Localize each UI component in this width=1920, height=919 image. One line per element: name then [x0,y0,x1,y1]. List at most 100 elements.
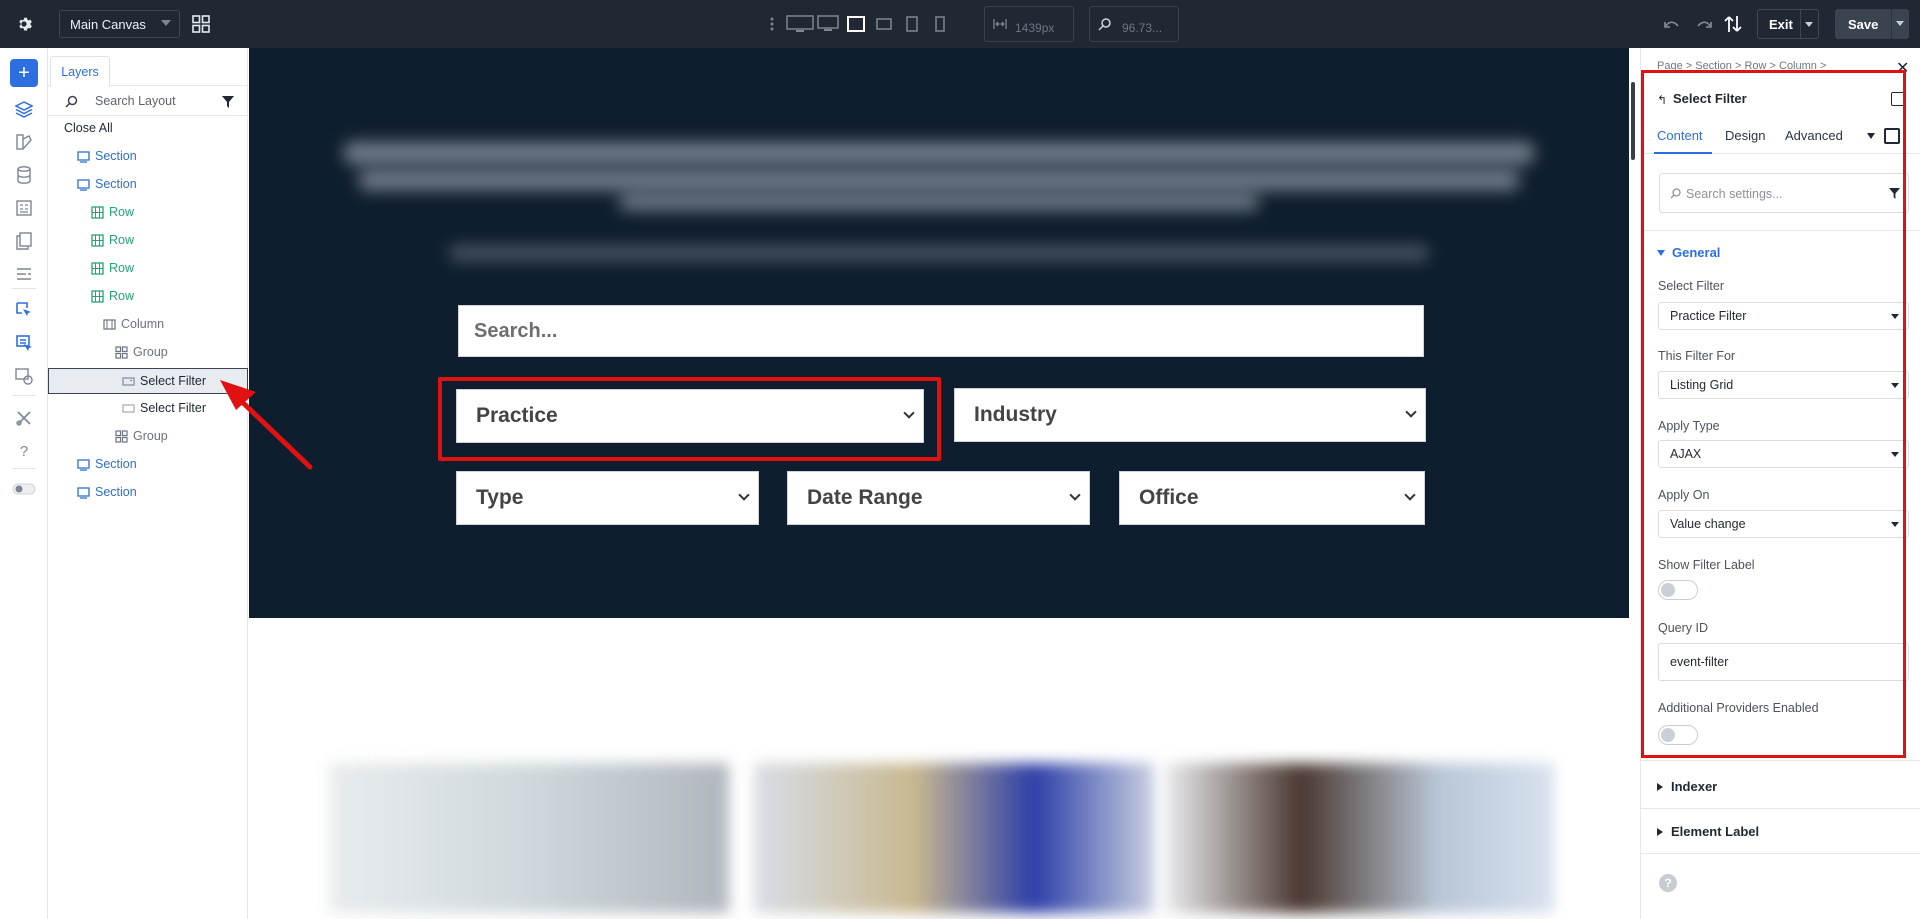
redo-icon[interactable] [1694,14,1714,34]
grid-layout-icon[interactable] [191,14,211,34]
date-range-select-label: Date Range [807,486,923,509]
blurred-heading [619,194,1259,210]
device-switcher [758,12,954,36]
tree-item-label: Section [95,457,137,471]
help-question-icon[interactable]: ? [12,439,36,463]
canvas-preview: Search... Practice Industry Type Date Ra… [249,48,1629,919]
sort-arrows-icon[interactable] [1723,13,1743,35]
indexer-toggle[interactable]: Indexer [1657,779,1717,794]
layer-search-bar[interactable]: Search Layout [48,86,248,116]
gear-icon[interactable] [12,12,36,36]
more-vertical-icon[interactable] [758,12,786,36]
section-icon [77,178,90,191]
tree-item-label: Select Filter [140,374,206,388]
dynamic-data-icon[interactable] [12,298,36,322]
element-label-toggle[interactable]: Element Label [1657,824,1759,839]
canvas-scrollbar[interactable] [1631,82,1635,160]
save-button[interactable]: Save [1835,9,1909,39]
tablet-landscape-icon[interactable] [870,12,898,36]
canvas-width-value: 1439px [1015,21,1055,35]
tree-item-select-filter[interactable]: Select Filter [48,396,248,420]
filter-icon[interactable] [222,96,234,108]
form-icon[interactable] [12,196,36,220]
indexer-label: Indexer [1671,779,1718,794]
exit-dropdown[interactable] [1800,10,1818,38]
tree-item-section[interactable]: Section [48,144,248,168]
tools-icon[interactable] [12,406,36,430]
desktop-icon[interactable] [814,12,842,36]
row-icon [91,233,104,247]
select-filter-icon [122,403,135,413]
tree-item-row[interactable]: Row [48,256,248,280]
chevron-down-icon [1404,489,1416,501]
close-all-button[interactable]: Close All [48,116,248,140]
group-icon [115,345,128,359]
widescreen-desktop-icon[interactable] [786,12,814,36]
tree-item-section[interactable]: Section [48,452,248,476]
tree-item-select-filter-selected[interactable]: Select Filter [48,368,248,394]
office-select[interactable]: Office [1119,471,1425,525]
database-icon[interactable] [12,163,36,187]
canvas-selector-label: Main Canvas [70,16,146,32]
tablet-portrait-icon[interactable] [898,12,926,36]
layers-icon[interactable] [12,97,36,121]
row-icon [91,289,104,303]
type-select[interactable]: Type [456,471,759,525]
brush-icon[interactable] [12,130,36,154]
divider [1641,808,1920,809]
tree-item-label: Group [133,345,168,359]
tree-item-label: Column [121,317,165,331]
tree-item-group[interactable]: Group [48,424,248,448]
canvas-width-field[interactable]: 1439px [984,6,1074,42]
mobile-icon[interactable] [926,12,954,36]
template-list-icon[interactable] [12,262,36,286]
tab-layers[interactable]: Layers [50,56,110,86]
theme-toggle-icon[interactable] [12,477,36,501]
rail-divider [12,288,36,289]
caret-right-icon [1657,782,1663,791]
tree-item-group[interactable]: Group [48,340,248,364]
tree-item-label: Section [95,485,137,499]
laptop-icon[interactable] [842,12,870,36]
rail-divider [12,468,36,469]
element-label-label: Element Label [1671,824,1760,839]
canvas-search-input[interactable]: Search... [458,305,1424,357]
settings-highlight-annotation [1641,70,1906,758]
blurred-card-image [754,763,1154,913]
tree-item-column[interactable]: Column [48,312,248,336]
type-select-label: Type [476,486,524,509]
blurred-heading [344,142,1534,164]
exit-button[interactable]: Exit [1757,9,1819,39]
zoom-icon [1098,18,1111,31]
tree-item-label: Row [109,261,135,275]
tree-item-section[interactable]: Section [48,480,248,504]
caret-right-icon [1657,827,1663,836]
tree-item-row[interactable]: Row [48,284,248,308]
blurred-subheading [449,246,1429,260]
date-range-select[interactable]: Date Range [787,471,1090,525]
help-icon[interactable]: ? [1659,874,1677,892]
layer-search-input[interactable]: Search Layout [95,94,176,108]
save-dropdown[interactable] [1891,9,1909,39]
builder-app: Main Canvas 1439px 96.73... Exit Save + … [0,0,1920,919]
zoom-field[interactable]: 96.73... [1089,6,1179,42]
top-toolbar: Main Canvas 1439px 96.73... Exit Save [0,0,1920,48]
tree-item-row[interactable]: Row [48,200,248,224]
undo-icon[interactable] [1662,14,1682,34]
tree-item-row[interactable]: Row [48,228,248,252]
tab-layers-label: Layers [61,64,99,79]
pages-icon[interactable] [12,229,36,253]
tree-item-section[interactable]: Section [48,172,248,196]
canvas-selector[interactable]: Main Canvas [59,10,180,38]
industry-select[interactable]: Industry [954,388,1426,442]
office-select-label: Office [1139,486,1199,509]
conditions-icon[interactable] [12,364,36,388]
hero-section[interactable]: Search... Practice Industry Type Date Ra… [249,48,1629,618]
search-icon [65,95,78,108]
blurred-card-image [329,763,729,913]
layers-panel: Layers Search Layout Close All Section S… [48,48,248,919]
blurred-heading [359,170,1519,190]
listing-query-icon[interactable] [12,331,36,355]
canvas-search-placeholder: Search... [474,319,558,342]
add-element-button[interactable]: + [10,59,38,87]
